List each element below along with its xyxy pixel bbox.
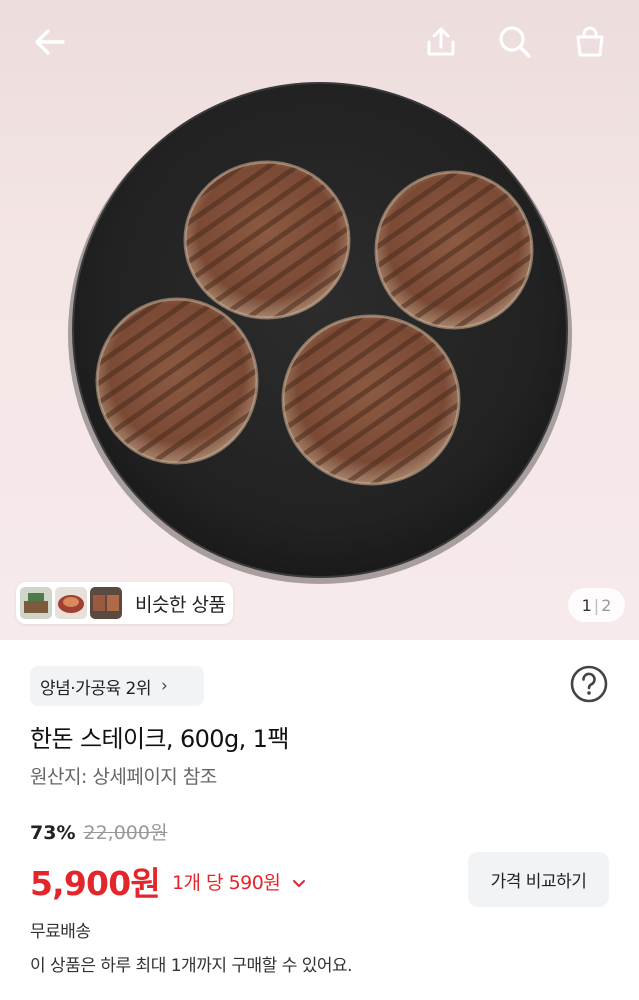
product-image-gallery[interactable]: 비슷한 상품 1 | 2 [0,0,639,640]
product-origin: 원산지: 상세페이지 참조 [30,766,217,788]
current-page: 1 [581,595,592,615]
purchase-limit-notice: 이 상품은 하루 최대 1개까지 구매할 수 있어요. [30,956,353,976]
patty-3 [95,297,259,465]
shipping-info: 무료배송 [30,922,91,942]
arrow-left-icon [35,29,65,55]
search-button[interactable] [493,20,537,64]
total-pages: 2 [601,595,612,615]
shopping-bag-icon [576,26,604,57]
similar-thumbnail-3 [90,587,122,619]
cart-button[interactable] [568,20,612,64]
original-price: 22,000원 [83,822,168,844]
product-photo [68,82,572,584]
top-navigation-bar [0,0,639,88]
discount-row: 73% 22,000원 [30,818,167,845]
similar-products-button[interactable]: 비슷한 상품 [16,582,233,624]
chevron-down-icon [292,879,305,887]
sale-price: 5,900원 [30,864,161,903]
image-page-indicator: 1 | 2 [568,588,625,622]
help-button[interactable] [569,664,609,704]
back-button[interactable] [28,20,72,64]
patty-2 [374,170,534,330]
patty-1 [183,160,351,320]
patty-4 [281,314,461,486]
category-ranking-link[interactable]: 양념·가공육 2위 › [30,666,204,706]
page-separator: | [593,595,600,615]
discount-rate: 73% [30,822,76,844]
unit-price-label: 1개 당 590원 [171,871,281,894]
share-upload-icon [427,27,455,56]
similar-thumbnail-1 [20,587,52,619]
product-title: 한돈 스테이크, 600g, 1팩 [30,725,289,753]
unit-price-toggle[interactable]: 1개 당 590원 [172,868,306,895]
similar-thumbnail-2 [55,587,87,619]
chevron-right-icon: › [160,676,168,696]
similar-products-label: 비슷한 상품 [135,593,226,616]
search-icon [499,26,531,58]
question-circle-icon [570,665,608,703]
price-compare-button[interactable]: 가격 비교하기 [468,852,609,907]
share-button[interactable] [419,20,463,64]
price-row: 5,900원 1개 당 590원 [30,857,306,905]
category-ranking-label: 양념·가공육 2위 [40,678,151,699]
